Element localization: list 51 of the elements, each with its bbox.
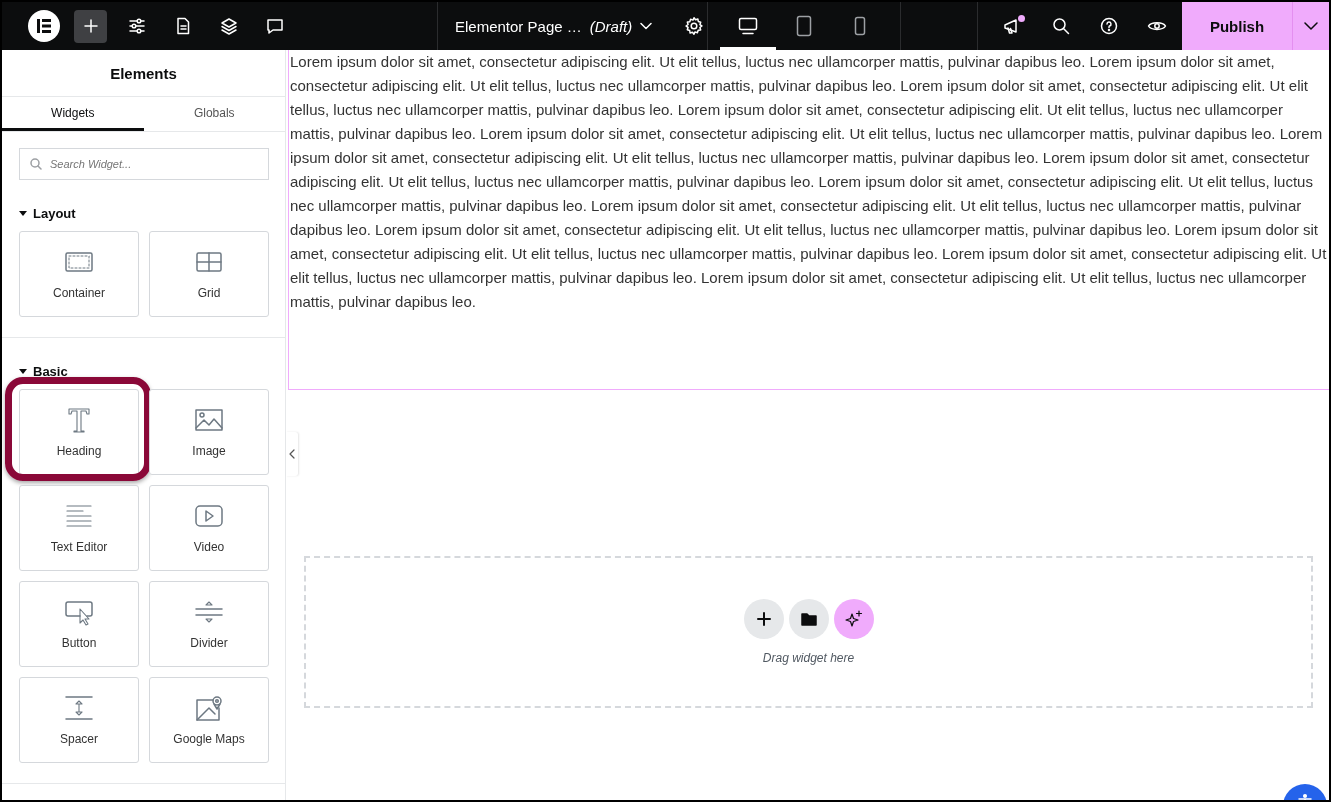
ai-button[interactable] — [833, 599, 874, 639]
settings-icon — [684, 16, 705, 36]
panel-tab[interactable]: Globals — [143, 97, 285, 131]
panel-title: Elements — [2, 50, 285, 97]
panel-tab[interactable]: Widgets — [2, 97, 144, 131]
publish-options-button[interactable] — [1293, 2, 1329, 50]
widget-tile[interactable]: Image — [149, 389, 269, 475]
widget-tile[interactable]: Video — [149, 485, 269, 571]
add-button[interactable] — [74, 9, 107, 43]
map-pin-icon — [193, 694, 225, 722]
tablet-icon — [796, 15, 812, 37]
play-icon — [193, 502, 225, 530]
phone-icon — [854, 16, 866, 36]
category-header[interactable]: Layout — [19, 206, 76, 221]
body-paragraph: Lorem ipsum dolor sit amet, consectetur adipiscing elit. Ut elit tellus, luctus nec ullamcorper mattis, pulvinar dapibus leo. Lorem ipsum dolor sit amet, consectetur adipiscing elit. Ut elit tellus, luctus nec ullamcorper mattis, pulvinar dapibus leo. Lorem ipsum dolor sit amet, consectetur adipiscing elit. Ut elit tellus, luctus nec ullamcorper mattis, pulvinar dapibus leo. Lorem ipsum dolor sit amet, consectetur adipiscing elit. Ut elit tellus, luctus nec ullamcorper mattis, pulvinar dapibus leo. Lorem ipsum dolor sit amet, consectetur adipiscing elit. Ut elit tellus, luctus nec ullamcorper mattis, pulvinar dapibus leo. Lorem ipsum dolor sit amet, consectetur adipiscing elit. Ut elit tellus, luctus nec ullamcorper mattis, pulvinar dapibus leo. Lorem ipsum dolor sit amet, consectetur adipiscing elit. Ut elit tellus, luctus nec ullamcorper mattis, pulvinar dapibus leo. Lorem ipsum dolor sit amet, consectetur adipiscing elit. Ut elit tellus, luctus nec ullamcorper mattis, pulvinar dapibus leo. Lorem ipsum dolor sit amet, consectetur adipiscing elit. Ut elit tellus, luctus nec ullamcorper mattis, pulvinar dapibus leo. Lorem ipsum dolor sit amet, consectetur adipiscing elit. Ut elit tellus, luctus nec ullamcorper mattis, pulvinar dapibus leo. Lorem ipsum dolor sit amet, consectetur adipiscing elit. Ut elit tellus, luctus nec ullamcorper mattis, pulvinar dapibus leo. Lorem ipsum dolor sit amet, consectetur adipiscing elit. Ut elit tellus, luctus nec ullamcorper mattis, pulvinar dapibus leo. Lorem ipsum dolor sit amet, consectetur adipiscing elit. Ut elit tellus, luctus nec ullamcorper mattis, pulvinar dapibus leo. — [290, 52, 1328, 312]
sparkles-icon — [844, 610, 863, 628]
search-field[interactable]: Search Widget... — [19, 148, 269, 180]
widget-tile[interactable]: Grid — [149, 231, 269, 317]
add-button[interactable] — [743, 599, 784, 639]
chevron-down-icon — [1304, 22, 1318, 30]
publish-button[interactable]: Publish — [1182, 2, 1293, 50]
template-button[interactable] — [788, 599, 829, 639]
eye-icon — [1147, 19, 1167, 33]
pointer-button-icon — [63, 598, 95, 626]
widget-tile[interactable]: Spacer — [19, 677, 139, 763]
widget-tile[interactable]: Google Maps — [149, 677, 269, 763]
widget-tile[interactable]: Container — [19, 231, 139, 317]
folder-icon — [800, 612, 817, 626]
sliders-icon — [127, 17, 146, 35]
widget-tile[interactable]: Text Editor — [19, 485, 139, 571]
picture-icon — [193, 406, 225, 434]
plus-icon — [756, 612, 771, 626]
document-title[interactable]: Elementor Page … (Draft) — [455, 17, 653, 35]
search-icon — [1052, 17, 1070, 35]
plus-icon — [82, 18, 99, 34]
category-header[interactable]: Basic — [19, 364, 68, 379]
widget-tile[interactable]: Heading — [19, 389, 139, 475]
layers-icon — [219, 17, 238, 35]
widget-tile[interactable]: Divider — [149, 581, 269, 667]
spacer-icon — [63, 694, 95, 722]
widget-tile[interactable]: Button — [19, 581, 139, 667]
search-icon — [30, 158, 42, 170]
chevron-down-icon — [640, 22, 653, 30]
help-icon — [1100, 17, 1118, 35]
logo-icon[interactable] — [28, 10, 60, 42]
monitor-icon — [738, 17, 758, 35]
drop-hint: Drag widget here — [762, 651, 855, 665]
drop-zone[interactable]: Drag widget here — [304, 556, 1313, 708]
speech-bubble-icon — [265, 17, 284, 35]
document-icon — [174, 17, 191, 35]
chevron-left-icon — [289, 449, 295, 459]
